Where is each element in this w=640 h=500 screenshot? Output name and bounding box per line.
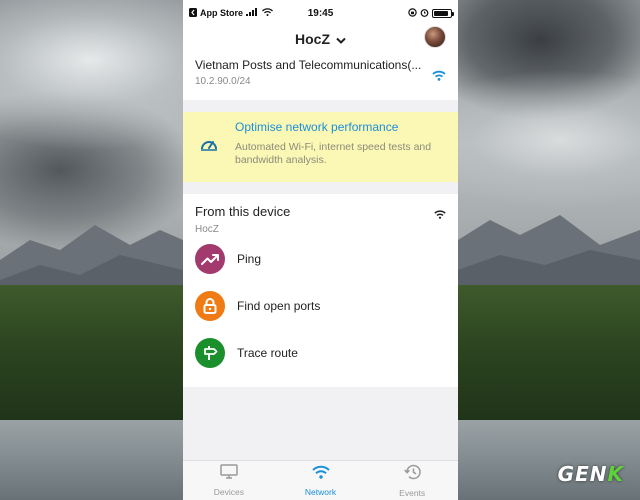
status-right: [408, 7, 454, 19]
wifi-icon: [311, 465, 330, 484]
genk-watermark: GENK: [557, 462, 624, 486]
tool-ping[interactable]: Ping: [195, 235, 446, 282]
tool-find-open-ports[interactable]: Find open ports: [195, 282, 446, 329]
tab-label: Events: [399, 487, 426, 498]
lock-icon: [195, 290, 225, 321]
battery-level: [434, 10, 448, 16]
page-title: HocZ: [295, 31, 330, 47]
tool-label: Find open ports: [237, 298, 321, 313]
alarm-icon: [420, 8, 429, 19]
cellular-signal-icon: [246, 8, 259, 18]
status-bar: App Store 19:45: [183, 0, 458, 26]
tab-events[interactable]: Events: [366, 461, 458, 500]
tool-label: Trace route: [237, 345, 298, 360]
section-heading: From this device: [195, 204, 291, 219]
tab-bar: Devices Network Events: [183, 460, 458, 500]
wifi-icon: [432, 68, 446, 86]
promo-title: Optimise network performance: [235, 120, 399, 134]
back-chevron-icon: [189, 7, 197, 19]
back-to-app-store[interactable]: App Store: [189, 7, 273, 19]
signpost-icon: [195, 337, 225, 368]
avatar[interactable]: [424, 26, 446, 48]
orientation-lock-icon: [408, 7, 417, 19]
promo-description: Automated Wi-Fi, internet speed tests an…: [235, 141, 432, 166]
app-header: HocZ: [183, 26, 458, 52]
tab-label: Network: [304, 486, 337, 497]
tool-trace-route[interactable]: Trace route: [195, 329, 446, 376]
back-label: App Store: [200, 8, 244, 18]
trend-up-icon: [195, 243, 225, 274]
network-name: Vietnam Posts and Telecommunications(...: [195, 58, 422, 72]
device-name: HocZ: [195, 224, 219, 235]
network-selector[interactable]: HocZ: [295, 31, 346, 47]
history-icon: [403, 464, 421, 485]
tab-network[interactable]: Network: [275, 461, 367, 500]
phone-screen: App Store 19:45 HocZ Vietnam Posts and T…: [183, 0, 458, 500]
tab-label: Devices: [213, 487, 244, 497]
optimise-network-banner[interactable]: Optimise network performance Automated W…: [183, 112, 458, 182]
wifi-small-icon: [434, 206, 446, 224]
device-tools-section: From this device HocZ Ping Find open por…: [183, 194, 458, 387]
wifi-status-icon: [262, 8, 273, 18]
tool-label: Ping: [237, 251, 262, 266]
network-subnet: 10.2.90.0/24: [195, 76, 251, 87]
speedometer-icon: [200, 137, 218, 156]
tab-devices[interactable]: Devices: [183, 461, 275, 500]
network-card[interactable]: Vietnam Posts and Telecommunications(...…: [183, 52, 458, 100]
chevron-down-icon: [336, 31, 346, 47]
battery-icon: [432, 8, 454, 18]
monitor-icon: [220, 464, 238, 484]
